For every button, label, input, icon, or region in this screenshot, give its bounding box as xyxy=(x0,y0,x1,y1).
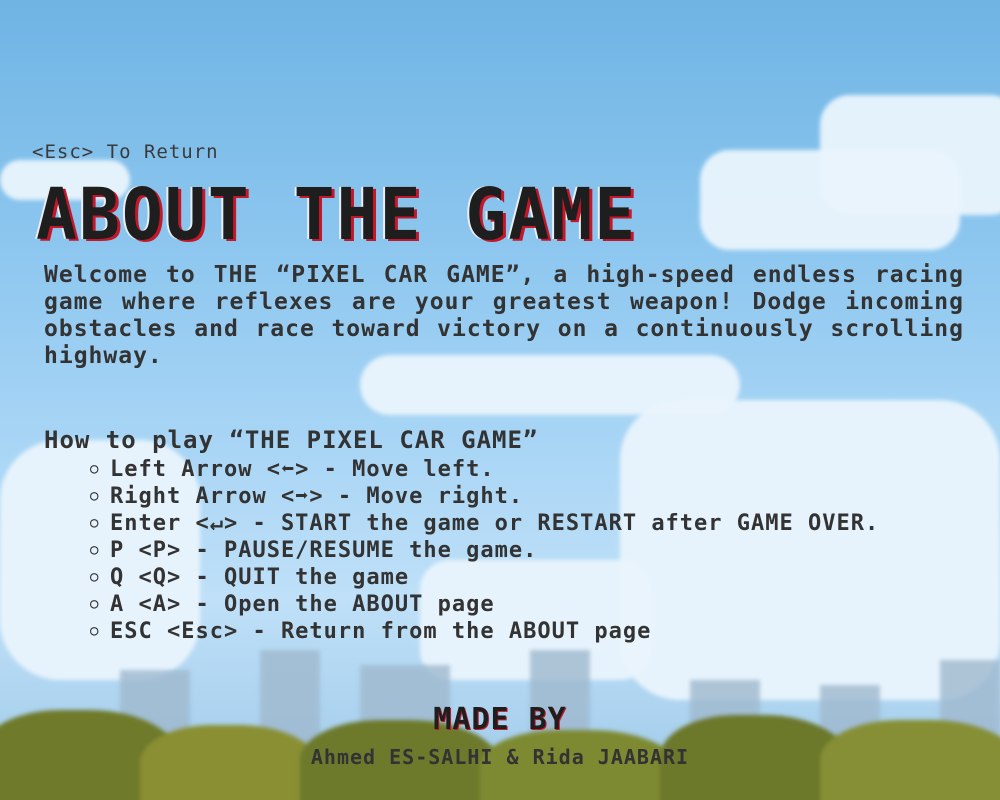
control-item-esc: ○ ESC <Esc> - Return from the ABOUT page xyxy=(90,619,652,644)
controls-list: ○ Left Arrow <⬅> - Move left. ○ Right Arro… xyxy=(90,456,970,645)
control-item-enter: ○ Enter <↵> - START the game or RESTART a… xyxy=(90,511,880,536)
bullet-icon: ○ xyxy=(90,488,100,504)
bullet-icon: ○ xyxy=(90,515,100,531)
how-to-play-heading: How to play “THE PIXEL CAR GAME” xyxy=(44,426,539,454)
made-by-heading: MADE BY xyxy=(433,702,567,737)
control-item-about: ○ A <A> - Open the ABOUT page xyxy=(90,592,495,617)
control-item-left: ○ Left Arrow <⬅> - Move left. xyxy=(90,457,495,482)
bullet-icon: ○ xyxy=(90,461,100,477)
bullet-icon: ○ xyxy=(90,569,100,585)
esc-return-hint[interactable]: <Esc> To Return xyxy=(32,141,219,163)
bullet-icon: ○ xyxy=(90,623,100,639)
about-screen: <Esc> To Return ABOUT THE GAME Welcome t… xyxy=(0,0,1000,800)
page-title: ABOUT THE GAME xyxy=(36,174,638,257)
control-item-right: ○ Right Arrow <➡> - Move right. xyxy=(90,484,524,509)
bullet-icon: ○ xyxy=(90,596,100,612)
intro-paragraph: Welcome to THE “PIXEL CAR GAME”, a high-… xyxy=(44,262,964,369)
bullet-icon: ○ xyxy=(90,542,100,558)
authors-credit: Ahmed ES-SALHI & Rida JAABARI xyxy=(310,745,690,769)
control-item-quit: ○ Q <Q> - QUIT the game xyxy=(90,565,410,590)
control-item-pause: ○ P <P> - PAUSE/RESUME the game. xyxy=(90,538,538,563)
